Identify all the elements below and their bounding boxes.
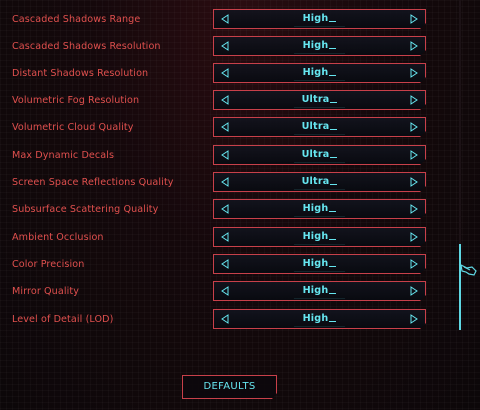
value-cursor [329,211,336,212]
setting-row: Color Precision High [0,256,440,283]
value-cursor [330,157,337,158]
setting-row: Level of Detail (LOD) High [0,311,440,338]
setting-value-text: High [302,203,329,214]
value-underline [294,216,345,217]
setting-value-text: High [302,40,329,51]
setting-row: Distant Shadows Resolution High [0,65,440,92]
value-cursor [329,48,336,49]
value-cursor [329,266,336,267]
setting-row: Volumetric Fog Resolution Ultra [0,92,440,119]
value-underline [294,26,345,27]
setting-label: Cascaded Shadows Range [12,14,141,25]
setting-value-text: Ultra [301,149,330,160]
setting-selector[interactable]: Ultra [213,90,426,110]
scrollbar-thumb[interactable] [459,244,461,330]
setting-selector[interactable]: Ultra [213,117,426,137]
setting-label: Subsurface Scattering Quality [12,204,159,215]
setting-label: Mirror Quality [12,286,79,297]
hand-cursor-icon [460,262,478,281]
value-cursor [329,21,336,22]
setting-selector[interactable]: High [213,199,426,219]
setting-value-text: High [302,313,329,324]
setting-selector[interactable]: High [213,254,426,274]
setting-label: Screen Space Reflections Quality [12,177,174,188]
setting-selector[interactable]: High [213,9,426,29]
value-underline [294,80,345,81]
value-cursor [330,184,337,185]
setting-row: Screen Space Reflections Quality Ultra [0,174,440,201]
setting-row: Ambient Occlusion High [0,229,440,256]
setting-selector[interactable]: High [213,63,426,83]
setting-selector[interactable]: High [213,281,426,301]
setting-value-text: Ultra [301,94,330,105]
value-underline [294,162,345,163]
value-cursor [329,321,336,322]
value-cursor [330,102,337,103]
setting-value-text: Ultra [301,121,330,132]
value-underline [294,134,345,135]
setting-row: Cascaded Shadows Resolution High [0,38,440,65]
value-underline [294,53,345,54]
value-cursor [329,239,336,240]
setting-label: Volumetric Cloud Quality [12,122,134,133]
setting-label: Cascaded Shadows Resolution [12,41,161,52]
value-cursor [329,75,336,76]
setting-value-text: Ultra [301,176,330,187]
setting-label: Max Dynamic Decals [12,150,115,161]
setting-row: Cascaded Shadows Range High [0,11,440,38]
setting-selector[interactable]: High [213,36,426,56]
setting-selector[interactable]: Ultra [213,145,426,165]
value-underline [294,244,345,245]
setting-selector[interactable]: High [213,309,426,329]
value-underline [294,189,345,190]
setting-row: Volumetric Cloud Quality Ultra [0,119,440,146]
setting-row: Subsurface Scattering Quality High [0,201,440,228]
setting-label: Distant Shadows Resolution [12,68,149,79]
setting-row: Max Dynamic Decals Ultra [0,147,440,174]
value-cursor [329,293,336,294]
value-underline [294,271,345,272]
setting-value-text: High [302,285,329,296]
setting-row: Mirror Quality High [0,283,440,310]
setting-value-text: High [302,231,329,242]
value-underline [294,326,345,327]
setting-value-text: High [302,13,329,24]
value-cursor [330,129,337,130]
value-underline [294,107,345,108]
setting-selector[interactable]: High [213,227,426,247]
setting-label: Volumetric Fog Resolution [12,95,140,106]
defaults-button[interactable]: DEFAULTS [182,375,277,399]
setting-label: Color Precision [12,259,85,270]
value-underline [294,298,345,299]
setting-label: Level of Detail (LOD) [12,314,114,325]
setting-value-text: High [302,67,329,78]
setting-selector[interactable]: Ultra [213,172,426,192]
setting-label: Ambient Occlusion [12,232,104,243]
setting-value-text: High [302,258,329,269]
